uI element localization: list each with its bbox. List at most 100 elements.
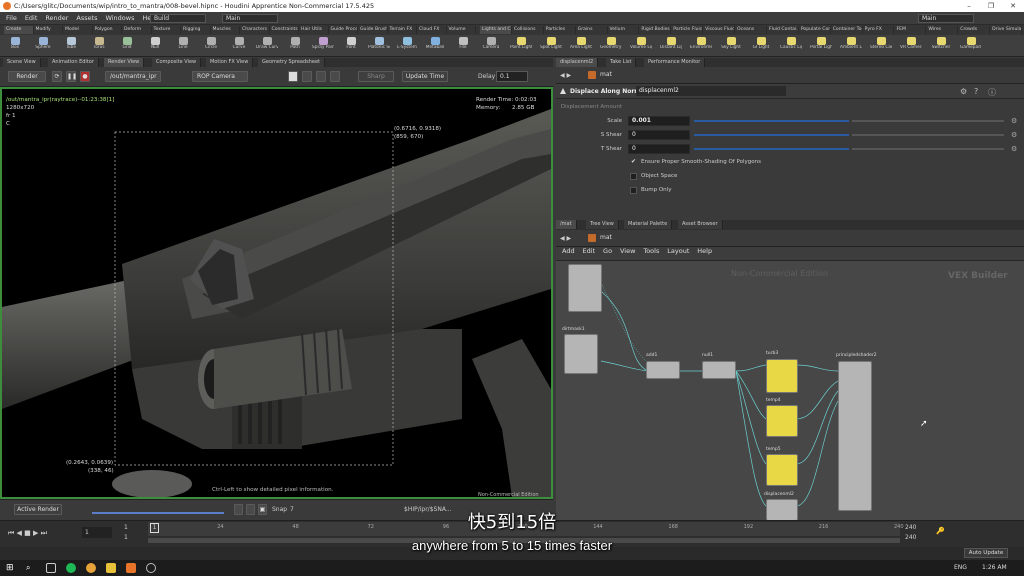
shelf-tool[interactable]: L-System bbox=[396, 36, 418, 56]
net-menu-edit[interactable]: Edit bbox=[583, 247, 596, 255]
windows-start-icon[interactable]: ⊞ bbox=[6, 563, 16, 573]
shelf-tool[interactable]: Sky Light bbox=[720, 36, 742, 56]
shelf-tab[interactable]: Hair Utils bbox=[299, 26, 329, 34]
shelf-tab[interactable]: Populate Con... bbox=[799, 26, 831, 34]
sharp-dropdown[interactable]: Sharp bbox=[358, 71, 394, 82]
bump-only-checkbox[interactable] bbox=[630, 187, 637, 194]
network-node-null[interactable] bbox=[702, 361, 736, 379]
network-node-principled[interactable] bbox=[838, 361, 872, 511]
maximize-icon[interactable]: ❐ bbox=[980, 0, 1002, 12]
shelf-tool[interactable]: Curve bbox=[228, 36, 250, 56]
tab-render-view[interactable]: Render View bbox=[104, 58, 145, 67]
right-main-dropdown[interactable]: Main bbox=[918, 14, 974, 23]
shelf-tab[interactable]: Drive Simula... bbox=[990, 26, 1022, 34]
info-icon[interactable]: ⓘ bbox=[988, 87, 996, 98]
network-node-turb[interactable] bbox=[766, 359, 798, 393]
shelf-tool[interactable]: Circle bbox=[200, 36, 222, 56]
camera-dropdown[interactable]: ROP Camera bbox=[192, 71, 248, 82]
shelf-tab[interactable]: Characters bbox=[240, 26, 270, 34]
shelf-tool[interactable]: Sphere bbox=[32, 36, 54, 56]
back-icon[interactable]: ◀ ▶ bbox=[560, 235, 571, 242]
output-driver-field[interactable]: /out/mantra_ipr bbox=[105, 71, 161, 82]
tab-scene-view[interactable]: Scene View bbox=[3, 58, 41, 67]
tab-composite-view[interactable]: Composite View bbox=[152, 58, 202, 67]
obs-icon[interactable] bbox=[146, 563, 156, 573]
s-shear-field[interactable]: 0 bbox=[628, 130, 690, 140]
menu-render[interactable]: Render bbox=[45, 12, 68, 25]
shelf-tool[interactable]: VR Camera bbox=[900, 36, 922, 56]
shelf-tool[interactable]: GI Light bbox=[750, 36, 772, 56]
scale-slider-track[interactable] bbox=[852, 120, 1004, 122]
gear-icon[interactable]: ⚙ bbox=[1011, 145, 1017, 153]
shelf-tool[interactable]: Platonic Solids bbox=[368, 36, 390, 56]
shelf-tool[interactable]: Gamepad Camera bbox=[960, 36, 982, 56]
shelf-tool[interactable]: Caustic Light bbox=[780, 36, 802, 56]
delay-field[interactable]: 0.1 bbox=[496, 71, 528, 82]
snapshot-icon[interactable] bbox=[302, 71, 312, 82]
menu-windows[interactable]: Windows bbox=[105, 12, 134, 25]
scale-slider-fill[interactable] bbox=[694, 120, 849, 122]
shelf-tool[interactable]: Draw Curve bbox=[256, 36, 278, 56]
minimize-icon[interactable]: – bbox=[958, 0, 980, 12]
tab-displacenml2[interactable]: displacenml2 bbox=[556, 58, 599, 67]
shelf-tab[interactable]: Oceans bbox=[735, 26, 767, 34]
shelf-tab[interactable]: Create bbox=[4, 26, 34, 34]
file-explorer-icon[interactable] bbox=[106, 563, 116, 573]
shelf-tool[interactable]: Area Light bbox=[570, 36, 592, 56]
shelf-tool[interactable]: Volume Light bbox=[630, 36, 652, 56]
pause-icon[interactable]: ❚❚ bbox=[66, 71, 77, 82]
shelf-tab[interactable]: FEM bbox=[894, 26, 927, 34]
tab-performance-monitor[interactable]: Performance Monitor bbox=[644, 58, 706, 67]
t-shear-field[interactable]: 0 bbox=[628, 144, 690, 154]
shelf-tab[interactable]: Guide Process bbox=[329, 26, 358, 34]
shelf-tab[interactable]: Cloud FX bbox=[417, 26, 447, 34]
shelf-tool[interactable]: Spray Paint bbox=[312, 36, 334, 56]
shelf-tool[interactable]: Point Light bbox=[510, 36, 532, 56]
shelf-tool[interactable]: Box bbox=[4, 36, 26, 56]
refresh-icon[interactable]: ⟳ bbox=[52, 71, 62, 82]
desktop-dropdown[interactable]: Build bbox=[150, 14, 206, 23]
shelf-tab[interactable]: Constraints bbox=[270, 26, 299, 34]
shelf-tab[interactable]: Particle Fluids bbox=[671, 26, 704, 34]
shelf-tool[interactable]: Environment Light bbox=[690, 36, 712, 56]
shelf-tool[interactable]: Distant Light bbox=[660, 36, 682, 56]
update-time-dropdown[interactable]: Update Time bbox=[402, 71, 448, 82]
gear-icon[interactable]: ⚙ bbox=[1011, 131, 1017, 139]
shelf-tab[interactable]: Grains bbox=[576, 26, 608, 34]
network-node-dirtmask[interactable] bbox=[564, 334, 598, 374]
net-menu-go[interactable]: Go bbox=[603, 247, 612, 255]
net-menu-add[interactable]: Add bbox=[562, 247, 575, 255]
shelf-tab[interactable]: Deform bbox=[122, 26, 152, 34]
shelf-tab[interactable]: Terrain FX bbox=[388, 26, 417, 34]
shelf-tab[interactable]: Modify bbox=[34, 26, 63, 34]
region-icon[interactable] bbox=[288, 71, 298, 82]
shelf-tab[interactable]: Pyro FX bbox=[863, 26, 895, 34]
net-menu-help[interactable]: Help bbox=[697, 247, 712, 255]
shelf-tool[interactable]: Switcher bbox=[930, 36, 952, 56]
tab-tree-view[interactable]: Tree View bbox=[586, 220, 619, 229]
t-shear-slider-track[interactable] bbox=[852, 148, 1004, 150]
network-editor[interactable]: Non-Commercial Edition VEX Builder dirtm… bbox=[556, 261, 1024, 521]
param-path[interactable]: mat bbox=[600, 71, 612, 78]
language-indicator[interactable]: ENG bbox=[954, 564, 967, 571]
shelf-tab[interactable]: Model bbox=[63, 26, 93, 34]
shelf-tab[interactable]: Muscles bbox=[211, 26, 240, 34]
shelf-tool[interactable]: Ambient Light bbox=[840, 36, 862, 56]
shelf-tool[interactable]: Stereo Camera bbox=[870, 36, 892, 56]
shelf-tool[interactable]: Null bbox=[144, 36, 166, 56]
shelf-tab[interactable]: Lights and C... bbox=[480, 26, 512, 34]
shelf-tool[interactable]: Grid bbox=[116, 36, 138, 56]
gear-icon[interactable]: ⚙ bbox=[960, 87, 967, 96]
net-menu-view[interactable]: View bbox=[620, 247, 635, 255]
shelf-tab[interactable]: Vellum bbox=[608, 26, 640, 34]
network-node-add[interactable] bbox=[646, 361, 680, 379]
shelf-tool[interactable]: Portal Light bbox=[810, 36, 832, 56]
shelf-tab[interactable]: Fluid Contai... bbox=[767, 26, 799, 34]
shelf-tab[interactable]: Texture bbox=[152, 26, 181, 34]
tab-asset-browser[interactable]: Asset Browser bbox=[678, 220, 723, 229]
render-viewport[interactable]: /out/mantra_ipr(raytrace)--01:23:38[1] 1… bbox=[0, 87, 553, 499]
net-menu-layout[interactable]: Layout bbox=[667, 247, 689, 255]
clock[interactable]: 1:26 AM bbox=[982, 564, 1007, 571]
shelf-tab[interactable]: Polygon bbox=[93, 26, 122, 34]
tab-mat[interactable]: /mat bbox=[556, 220, 577, 229]
